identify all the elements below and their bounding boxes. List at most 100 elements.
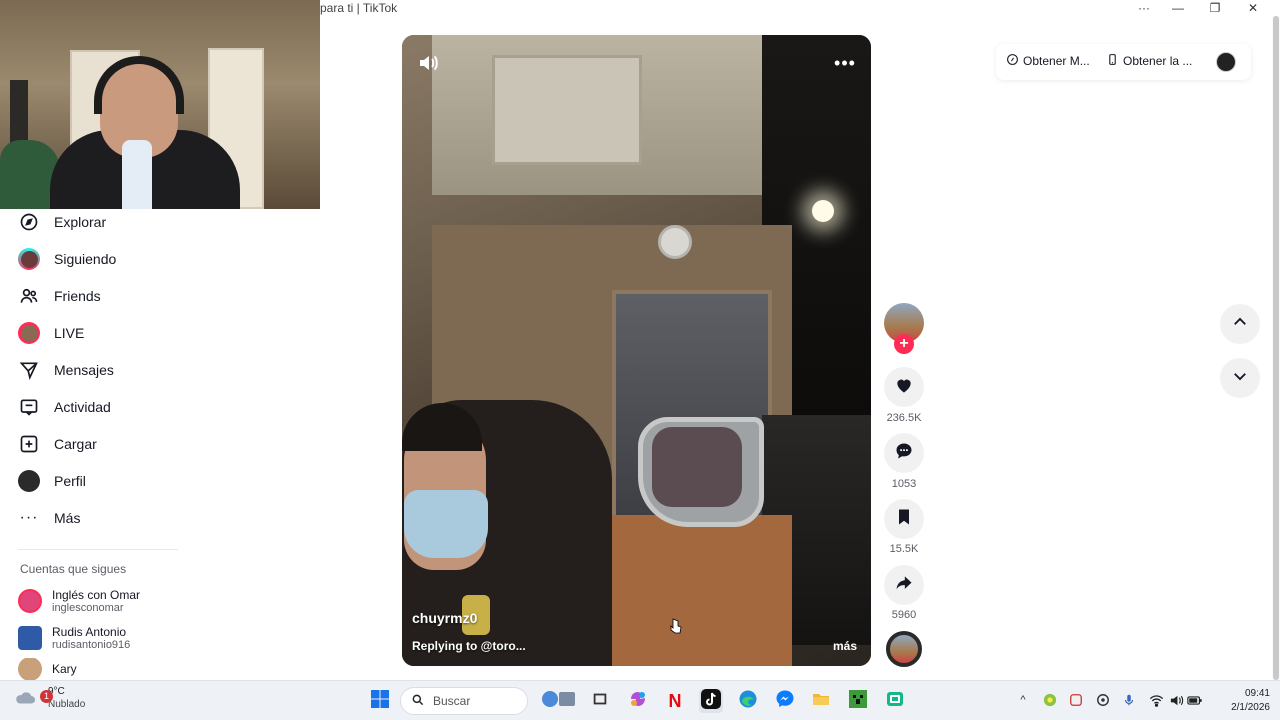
netflix-app[interactable]: N — [663, 689, 687, 713]
like-button[interactable] — [884, 367, 924, 407]
following-account-name: Rudis Antonio — [52, 625, 127, 639]
scrollbar-thumb[interactable] — [1273, 16, 1279, 680]
avatar — [18, 626, 42, 650]
store-app[interactable] — [883, 689, 907, 713]
start-button[interactable] — [368, 689, 392, 713]
sidebar-item-cargar[interactable]: Cargar — [18, 429, 97, 459]
video-brick-wall — [592, 515, 792, 666]
avatar — [18, 589, 42, 613]
upload-icon — [18, 433, 40, 455]
window-more-button[interactable]: ··· — [1126, 0, 1162, 16]
following-account-name: Inglés con Omar — [52, 588, 141, 602]
compass-icon — [18, 211, 40, 233]
get-coins-button[interactable]: Obtener M... — [1006, 53, 1090, 69]
close-button[interactable]: ✕ — [1235, 0, 1271, 16]
sidebar-item-label: Siguiendo — [54, 251, 117, 267]
following-account[interactable]: Inglés con Omar inglesconomar — [18, 584, 140, 618]
minecraft-app[interactable] — [846, 689, 870, 713]
following-account[interactable]: Rudis Antonio rudisantonio916 — [18, 621, 130, 655]
comment-count: 1053 — [891, 478, 917, 490]
sidebar-item-live[interactable]: LIVE — [18, 318, 84, 348]
sidebar-item-perfil[interactable]: Perfil — [18, 466, 86, 496]
task-view-icon — [591, 690, 609, 713]
wifi-icon[interactable] — [1147, 691, 1165, 709]
sidebar-item-label: Explorar — [54, 214, 107, 230]
taskview-button[interactable] — [588, 689, 612, 713]
video-caption[interactable]: Replying to @toro... — [412, 639, 526, 653]
share-count: 5960 — [891, 609, 917, 621]
messenger-icon — [775, 689, 795, 714]
get-app-button[interactable]: Obtener la ... — [1106, 53, 1192, 69]
windows-taskbar: 1 9°C Nublado Buscar N ^ 09:41 2/1/2026 — [0, 680, 1280, 720]
sidebar-item-mensajes[interactable]: Mensajes — [18, 355, 114, 385]
comment-button[interactable] — [884, 433, 924, 473]
tray-app-icon[interactable] — [1041, 691, 1059, 709]
volume-icon[interactable] — [1167, 691, 1185, 709]
heart-icon — [894, 375, 914, 400]
messenger-app[interactable] — [773, 689, 797, 713]
webcam-bottle — [122, 140, 152, 209]
follow-creator-button[interactable]: + — [894, 334, 914, 354]
tiktok-app[interactable] — [699, 688, 723, 713]
phone-icon — [1106, 53, 1119, 69]
webcam-overlay — [0, 0, 320, 209]
previous-video-button[interactable] — [1220, 304, 1260, 344]
search-placeholder: Buscar — [433, 694, 471, 708]
sidebar-item-mas[interactable]: ··· Más — [18, 503, 81, 533]
tray-overflow-button[interactable]: ^ — [1014, 691, 1032, 709]
chevron-up-icon — [1231, 313, 1249, 336]
widgets-button[interactable] — [540, 689, 578, 713]
sidebar-divider — [18, 549, 178, 550]
sidebar-item-actividad[interactable]: Actividad — [18, 392, 111, 422]
caption-more-link[interactable]: más — [833, 639, 857, 653]
sidebar-item-label: Friends — [54, 288, 101, 304]
sidebar: Explorar Siguiendo Friends LIVE Mensajes — [0, 207, 240, 680]
sidebar-item-label: LIVE — [54, 325, 85, 341]
sidebar-item-label: Mensajes — [54, 362, 114, 378]
comment-icon — [894, 441, 914, 466]
sidebar-item-label: Perfil — [54, 473, 86, 489]
window-title: para ti | TikTok — [320, 1, 398, 15]
clock-date: 2/1/2026 — [1231, 702, 1270, 713]
following-account[interactable]: Kary — [18, 658, 77, 680]
taskbar-search[interactable]: Buscar — [400, 687, 528, 715]
sidebar-item-siguiendo[interactable]: Siguiendo — [18, 244, 116, 274]
edge-app[interactable] — [736, 689, 760, 713]
minimize-button[interactable]: — — [1160, 0, 1196, 16]
tray-app-icon[interactable] — [1094, 691, 1112, 709]
volume-icon[interactable] — [416, 51, 440, 75]
folder-icon — [811, 689, 831, 714]
like-count: 236.5K — [886, 412, 922, 424]
sidebar-item-explorar[interactable]: Explorar — [18, 207, 106, 237]
weather-temperature: 9°C — [48, 686, 65, 697]
next-video-button[interactable] — [1220, 358, 1260, 398]
video-username[interactable]: chuyrmz0 — [412, 610, 477, 626]
restore-button[interactable]: ❐ — [1197, 0, 1233, 16]
taskbar-clock[interactable]: 09:41 2/1/2026 — [1210, 687, 1270, 715]
sidebar-item-friends[interactable]: Friends — [18, 281, 101, 311]
save-count: 15.5K — [889, 543, 919, 555]
tray-app-icon[interactable] — [1067, 691, 1085, 709]
file-explorer-app[interactable] — [809, 689, 833, 713]
microphone-icon[interactable] — [1120, 691, 1138, 709]
copilot-app[interactable] — [626, 689, 650, 713]
news-widget-icon — [540, 688, 578, 715]
video-ac-unit — [492, 55, 642, 165]
save-button[interactable] — [884, 499, 924, 539]
user-avatar[interactable] — [1216, 52, 1236, 72]
music-disc-icon[interactable] — [886, 631, 922, 667]
profile-avatar-icon — [18, 470, 40, 492]
video-mirror-reflection — [652, 427, 742, 507]
video-player[interactable]: ••• chuyrmz0 Replying to @toro... más — [402, 35, 871, 666]
windows-logo-icon — [370, 689, 390, 714]
share-button[interactable] — [884, 565, 924, 605]
video-more-button[interactable]: ••• — [833, 51, 857, 75]
video-face-mask — [404, 490, 488, 558]
video-street-light — [812, 200, 834, 222]
sidebar-item-label: Cargar — [54, 436, 97, 452]
weather-widget[interactable]: 1 9°C Nublado — [14, 686, 85, 710]
battery-icon[interactable] — [1186, 691, 1204, 709]
copilot-icon — [628, 689, 648, 714]
following-account-name: Kary — [52, 662, 77, 676]
weather-description: Nublado — [48, 699, 86, 710]
